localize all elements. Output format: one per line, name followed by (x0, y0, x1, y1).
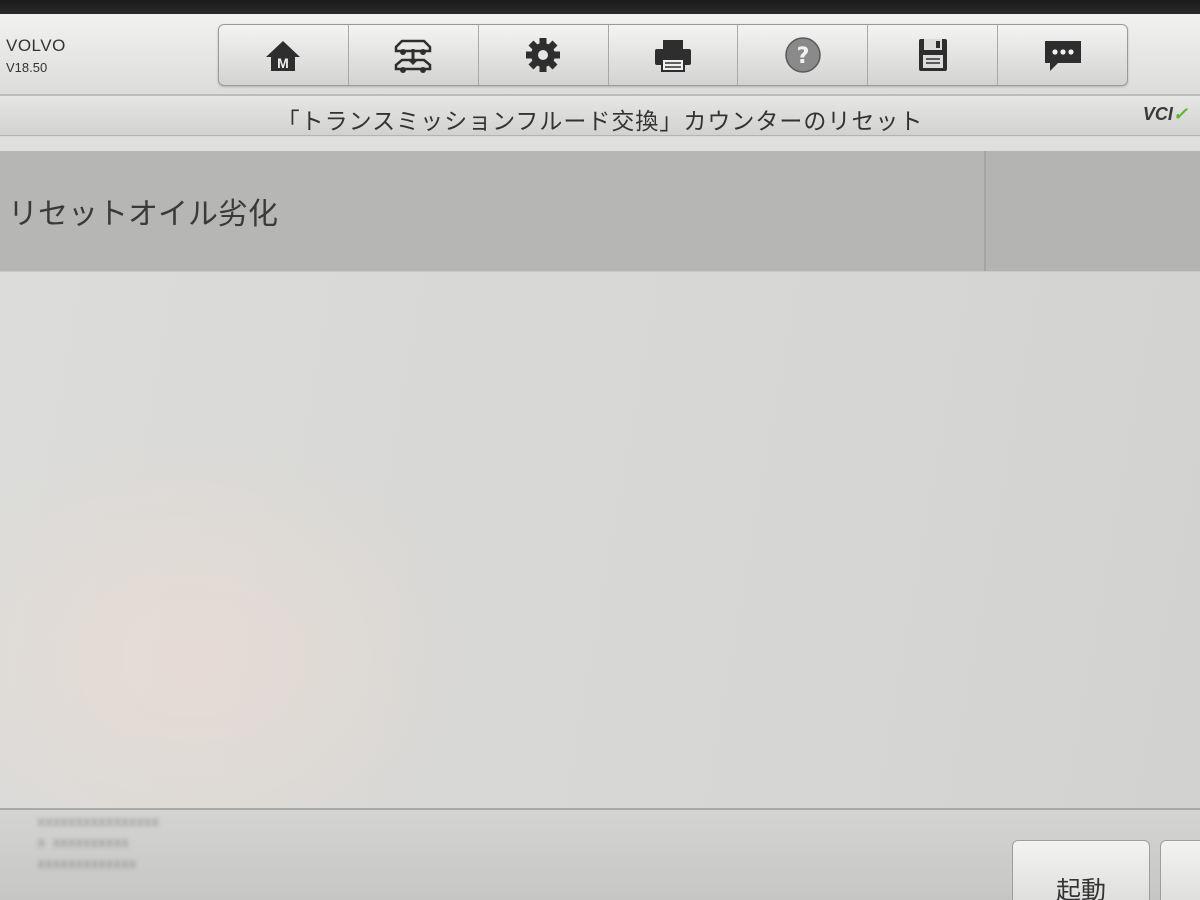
svg-text:?: ? (796, 44, 809, 69)
vehicle-swap-icon (395, 39, 432, 73)
vehicle-brand: VOLVO V18.50 (6, 36, 66, 75)
floppy-disk-icon (918, 39, 947, 71)
software-version: V18.50 (6, 60, 48, 75)
info-line: XXXXXXXXXXXXXXXX (38, 818, 160, 830)
settings-button[interactable] (479, 25, 609, 85)
vci-label: VCI (1142, 104, 1173, 124)
info-line: XXXXXXXXXXXXX (38, 860, 137, 872)
save-button[interactable] (868, 25, 999, 85)
page-title: 「トランスミッションフルード交換」カウンターのリセット (276, 109, 924, 135)
separator (0, 137, 1200, 151)
start-button[interactable]: 起動 (1012, 840, 1150, 900)
vci-status-icon: VCI✓ (1142, 104, 1188, 124)
home-m-icon: M (266, 41, 301, 71)
info-line: X XXXXXXXXXX (38, 839, 130, 851)
printer-icon (655, 40, 691, 72)
function-label[interactable]: リセットオイル劣化 (0, 151, 986, 271)
svg-text:M: M (278, 55, 290, 71)
function-row[interactable]: リセットオイル劣化 (0, 151, 1200, 271)
content-area (0, 271, 1200, 808)
vehicle-swap-button[interactable] (349, 25, 479, 85)
footer-bar: XXXXXXXXXXXXXXXX X XXXXXXXXXX XXXXXXXXXX… (0, 808, 1200, 900)
gear-icon (526, 38, 561, 72)
home-button[interactable]: M (219, 25, 349, 85)
toolbar-button-group: M ? (218, 24, 1128, 86)
device-info: XXXXXXXXXXXXXXXX X XXXXXXXXXX XXXXXXXXXX… (38, 818, 160, 881)
next-button[interactable] (1160, 840, 1200, 900)
chat-bubble-icon (1044, 41, 1081, 71)
help-icon: ? (785, 37, 821, 73)
vehicle-make: VOLVO (6, 36, 66, 55)
help-button[interactable]: ? (738, 25, 869, 85)
print-button[interactable] (609, 25, 739, 85)
title-bar: 「トランスミッションフルード交換」カウンターのリセット VCI✓ (0, 96, 1200, 136)
function-value (986, 151, 1200, 271)
message-button[interactable] (998, 25, 1127, 85)
device-bezel (0, 0, 1200, 14)
top-toolbar: VOLVO V18.50 M ? (0, 14, 1200, 96)
